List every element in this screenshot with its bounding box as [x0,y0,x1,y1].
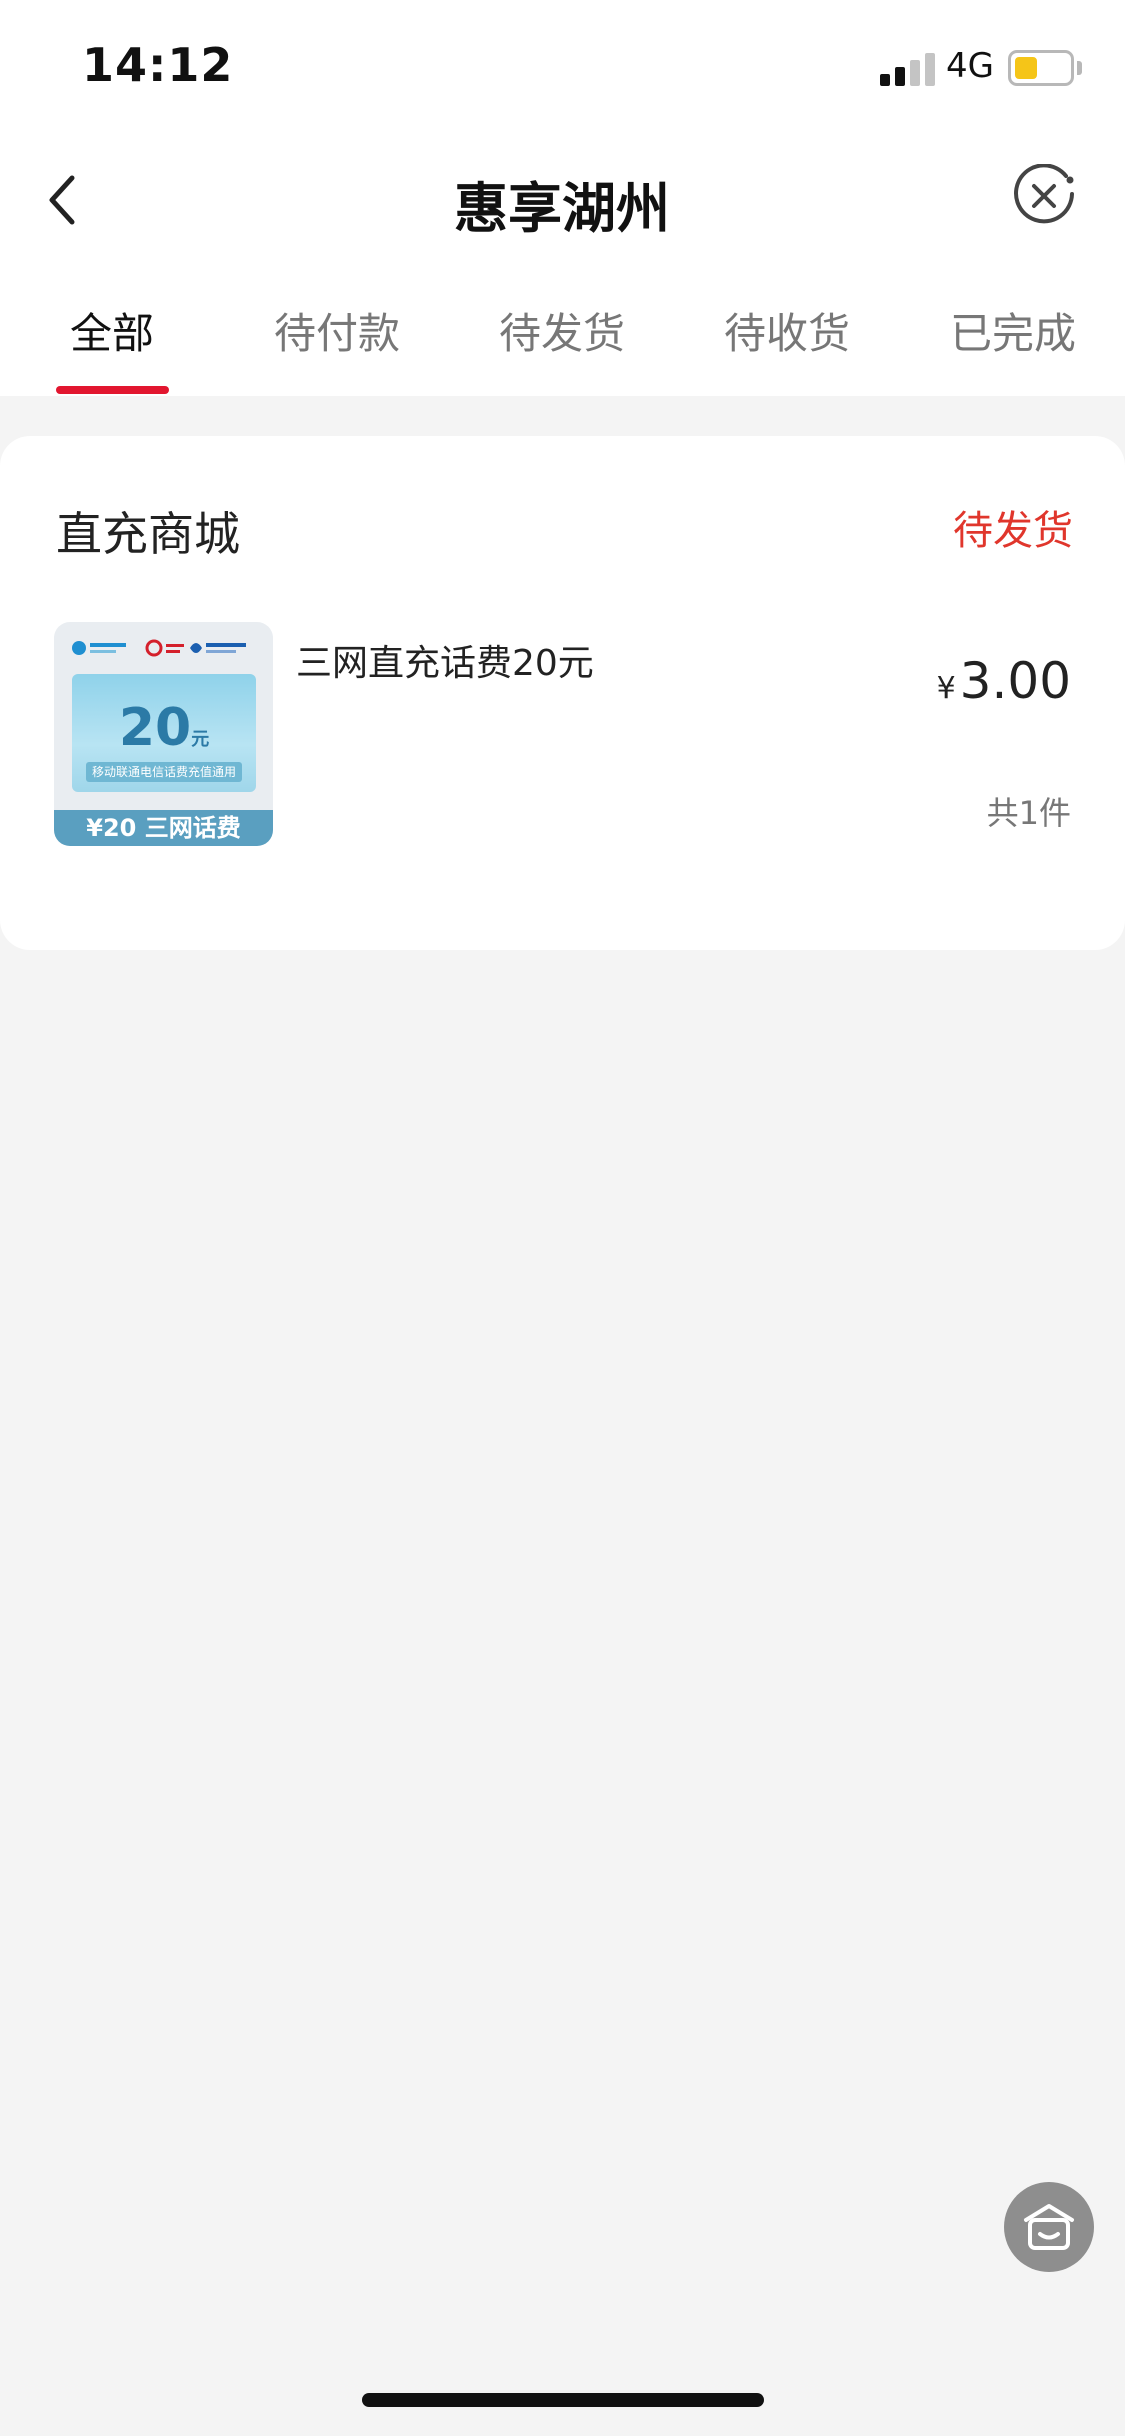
shop-name: 直充商城 [56,507,240,561]
home-icon [1024,2204,1074,2250]
product-price: ¥3.00 [936,652,1071,710]
tab-pending-payment[interactable]: 待付款 [274,300,400,361]
tab-pending-shipment[interactable]: 待发货 [499,300,625,361]
signal-icon [880,52,936,86]
recharge-card-image: 20元 移动联通电信话费充值通用 [72,674,256,792]
order-card[interactable]: 直充商城 待发货 20元 移动联通电信话费充值通用 ¥20 三网话费 三网直充话… [0,436,1125,950]
active-tab-indicator [56,386,169,394]
order-status: 待发货 [953,508,1073,554]
carrier-logos [70,636,260,660]
product-thumbnail[interactable]: 20元 移动联通电信话费充值通用 ¥20 三网话费 [54,622,273,846]
battery-icon [1008,50,1074,86]
home-indicator[interactable] [362,2393,764,2407]
back-button[interactable] [36,160,96,240]
tab-all[interactable]: 全部 [70,300,154,361]
tab-completed[interactable]: 已完成 [950,300,1076,361]
status-time: 14:12 [82,38,234,92]
close-button[interactable] [1012,163,1078,230]
battery-fill [1015,57,1037,79]
network-label: 4G [946,46,994,86]
recharge-caption: 移动联通电信话费充值通用 [86,762,242,782]
item-quantity: 共1件 [986,794,1071,832]
thumbnail-footer: ¥20 三网话费 [54,810,273,846]
tab-pending-receipt[interactable]: 待收货 [724,300,850,361]
page-title: 惠享湖州 [454,177,670,240]
battery-cap [1077,61,1082,75]
product-title[interactable]: 三网直充话费20元 [296,634,594,686]
close-circle-icon [1014,163,1074,224]
chevron-left-icon [49,175,75,225]
recharge-amount: 20元 [118,698,210,758]
home-float-button[interactable] [1004,2182,1094,2272]
